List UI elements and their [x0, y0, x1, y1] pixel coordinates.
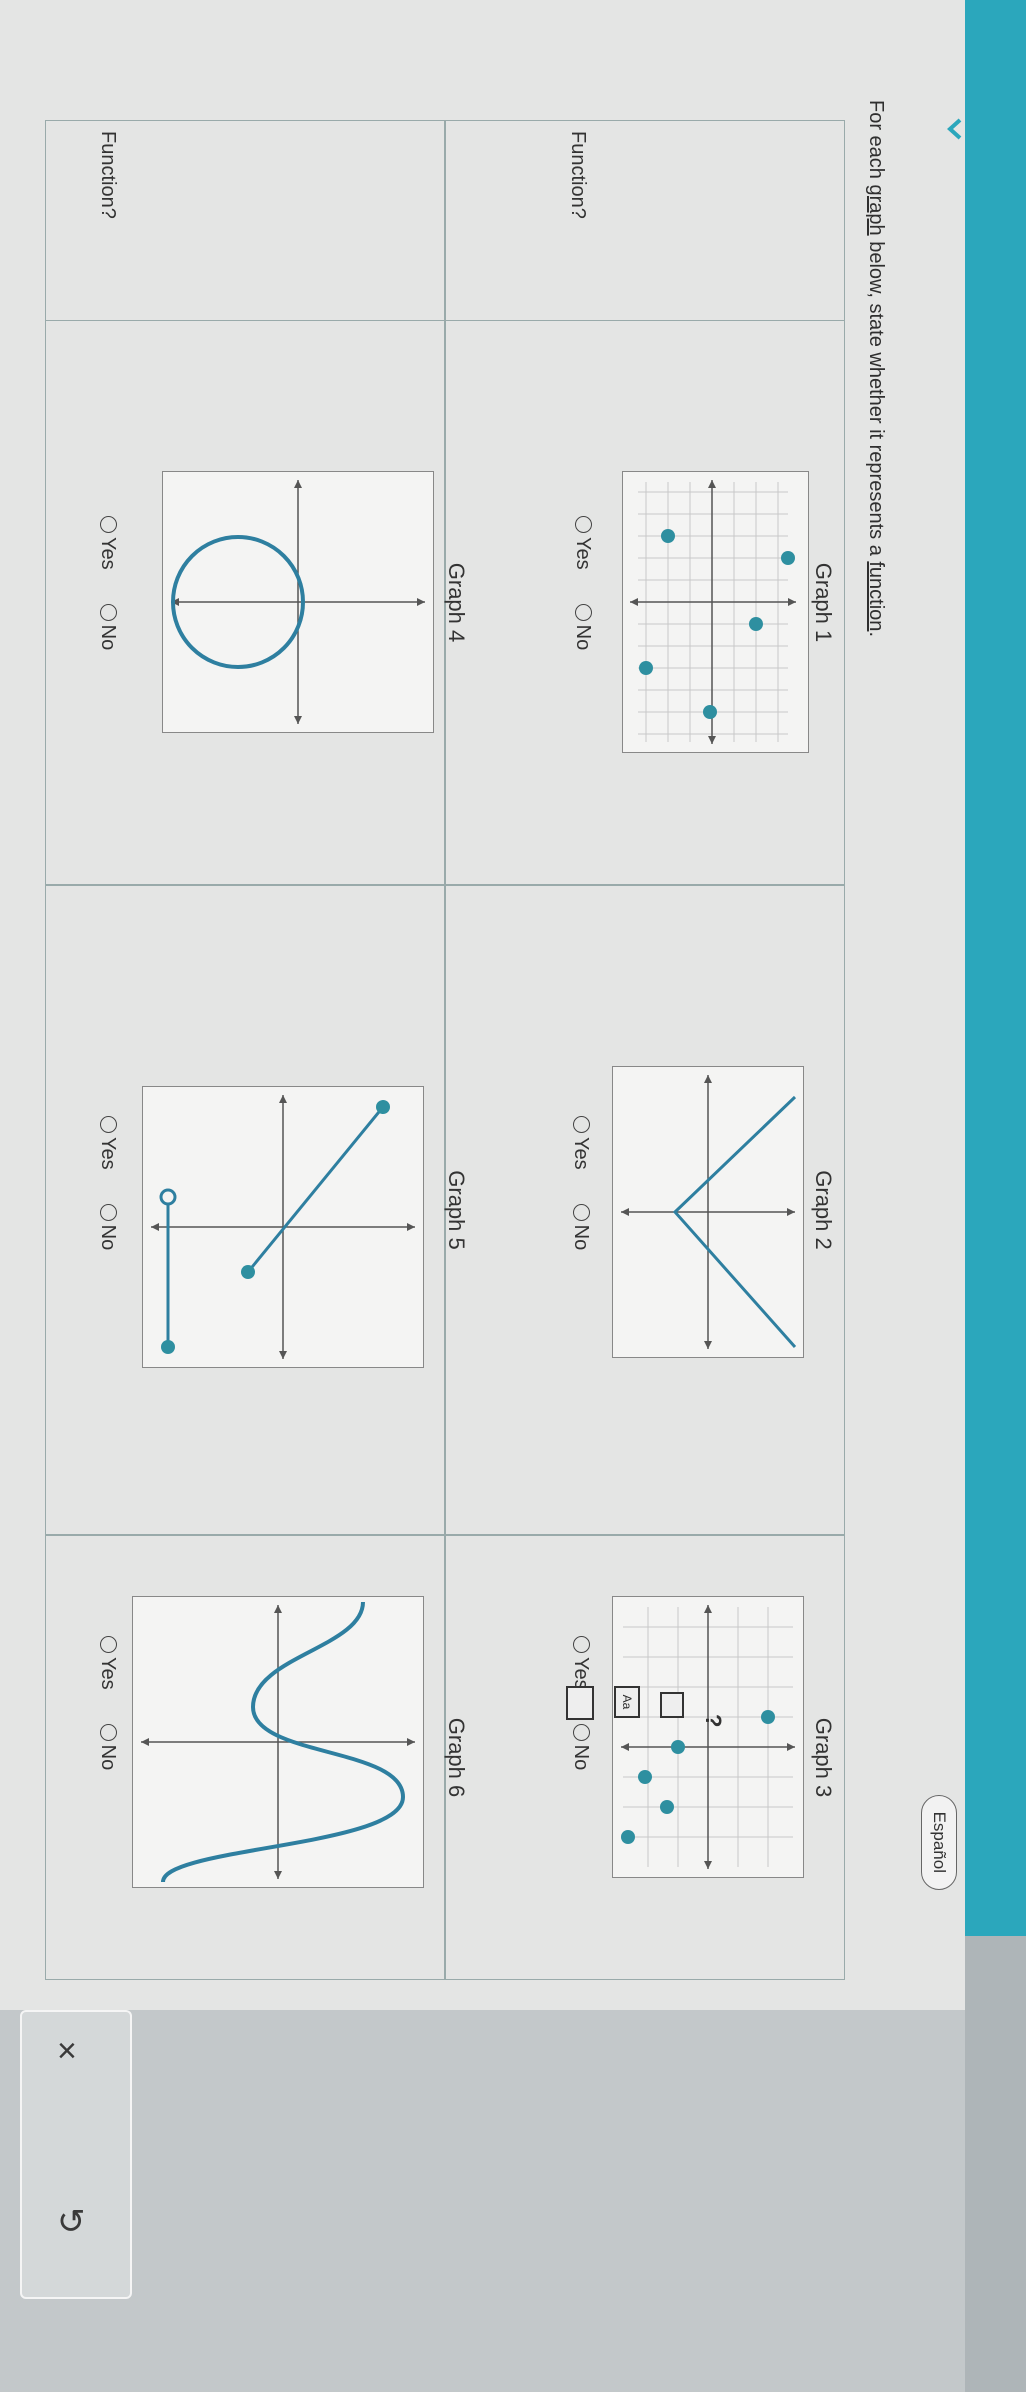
tool-icons: ? Aa [566, 1686, 726, 1746]
yes-label: Yes [570, 1657, 592, 1690]
question-page: Español For each graph below, state whet… [0, 0, 965, 2010]
espanol-button[interactable]: Español [921, 1794, 957, 1890]
instr-suffix: . [865, 631, 887, 637]
radio-icon [575, 516, 592, 533]
graph-6-cell: Graph 6 Yes No [45, 1535, 469, 1980]
radio-icon [100, 1636, 117, 1653]
graph-5-svg [151, 1095, 415, 1359]
yes-label: Yes [570, 1137, 592, 1170]
check-tool-icon[interactable] [566, 1686, 594, 1720]
graph-6-svg [141, 1601, 415, 1883]
graph-5-cell: Graph 5 Yes No [45, 885, 469, 1535]
table-row-2: Function? Graph 4 Yes No Graph 5 YesNo Gr… [45, 120, 469, 1980]
graph-3-title: Graph 3 [811, 1717, 836, 1798]
no-label: No [97, 1224, 119, 1251]
function-label: Function? [567, 131, 589, 219]
yes-label: Yes [97, 537, 119, 570]
graph-1-title: Graph 1 [811, 562, 836, 643]
radio-icon [100, 1203, 117, 1221]
no-label: No [570, 1744, 592, 1771]
graph-4-plot [162, 471, 434, 733]
graph-1-yes[interactable]: Yes [572, 516, 594, 570]
graph-1-plot [622, 471, 809, 753]
graph-5-no[interactable]: No [97, 1203, 119, 1251]
radio-icon [573, 1203, 590, 1221]
graph-1-svg [630, 480, 796, 744]
graph-4-svg [171, 480, 425, 724]
graph-3-cell: Graph 3 YesNo ? Aa [445, 1535, 845, 1980]
radio-icon [100, 1723, 117, 1741]
graph-table: Function? Graph 1 YesNo Graph 2 YesNo Gr… [45, 120, 845, 2000]
graph-6-title: Graph 6 [444, 1717, 469, 1798]
graph-link[interactable]: graph [865, 184, 887, 235]
undo-icon[interactable]: ↺ [57, 2202, 86, 2242]
graph-5-title: Graph 5 [444, 1170, 469, 1250]
top-bar [965, 0, 1026, 1936]
function-link[interactable]: function [865, 561, 887, 631]
radio-icon [573, 1636, 590, 1653]
radio-icon [100, 516, 117, 533]
table-row-1: Function? Graph 1 YesNo Graph 2 YesNo Gr… [445, 120, 845, 1980]
chevron-down-icon[interactable] [941, 115, 969, 143]
no-label: No [570, 1224, 592, 1251]
yes-label: Yes [97, 1137, 119, 1170]
function-label: Function? [97, 131, 119, 219]
graph-1-cell: Graph 1 YesNo [445, 320, 845, 885]
graph-4-options: Yes No [96, 516, 119, 684]
graph-3-yes[interactable]: Yes [570, 1636, 592, 1690]
radio-icon [573, 1723, 590, 1741]
help-icon[interactable]: ? [700, 1714, 726, 1727]
no-label: No [97, 624, 119, 651]
graph-4-title: Graph 4 [444, 562, 469, 643]
radio-icon [100, 1116, 117, 1133]
graph-2-title: Graph 2 [811, 1170, 836, 1250]
instr-middle: below, state whether it represents a [865, 235, 887, 562]
yes-label: Yes [572, 537, 594, 570]
instructions: For each graph below, state whether it r… [864, 100, 887, 637]
graph-2-no[interactable]: No [570, 1203, 592, 1251]
no-label: No [572, 624, 594, 651]
label-cell: Function? [445, 120, 845, 320]
graph-6-no[interactable]: No [97, 1723, 119, 1771]
graph-1-options: Yes No [571, 516, 594, 684]
graph-5-plot [142, 1086, 424, 1368]
graph-2-svg [621, 1075, 797, 1349]
radio-icon [573, 1116, 590, 1133]
close-icon[interactable]: × [57, 2032, 77, 2071]
graph-5-options: Yes No [96, 1116, 119, 1284]
graph-1-no[interactable]: No [572, 603, 594, 651]
graph-2-cell: Graph 2 Yes No [445, 885, 845, 1535]
graph-2-plot [612, 1066, 804, 1358]
graph-2-options: Yes No [569, 1116, 592, 1284]
graph-4-yes[interactable]: Yes [97, 516, 119, 570]
radio-icon [100, 603, 117, 621]
graph-4-no[interactable]: No [97, 603, 119, 651]
top-bar-gray [965, 1936, 1026, 2392]
instr-prefix: For each [865, 100, 887, 185]
aa-tool-icon[interactable]: Aa [614, 1686, 640, 1718]
graph-6-yes[interactable]: Yes [97, 1636, 119, 1690]
radio-icon [575, 603, 592, 621]
bottom-area [0, 2010, 965, 2392]
graph-2-yes[interactable]: Yes [570, 1116, 592, 1170]
side-panel: × ↺ [20, 2010, 132, 2299]
graph-6-plot [132, 1596, 424, 1888]
grid-tool-icon[interactable] [660, 1692, 684, 1718]
graph-6-options: Yes No [96, 1636, 119, 1804]
yes-label: Yes [97, 1657, 119, 1690]
label-cell: Function? [45, 120, 445, 320]
graph-4-cell: Graph 4 Yes No [45, 320, 469, 885]
graph-5-yes[interactable]: Yes [97, 1116, 119, 1170]
no-label: No [97, 1744, 119, 1771]
graph-3-options: Yes No [569, 1636, 592, 1804]
graph-3-no[interactable]: No [570, 1723, 592, 1771]
